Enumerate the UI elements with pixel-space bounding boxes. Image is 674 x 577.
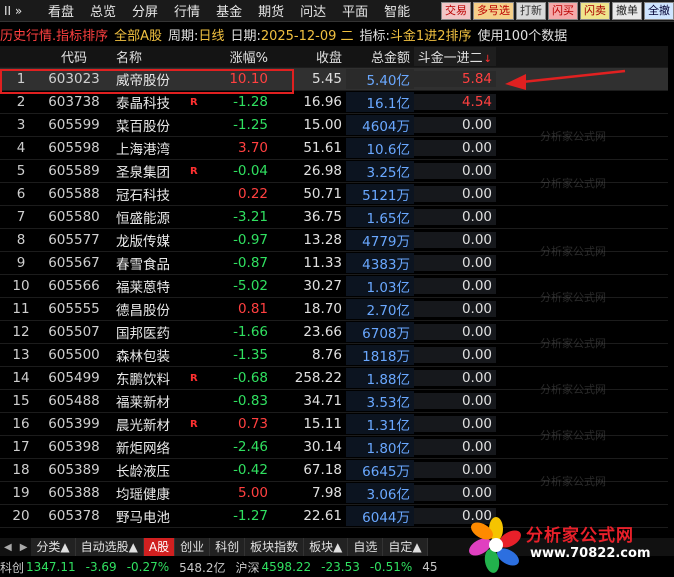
index1-pct: -0.27%: [126, 560, 170, 574]
tab-scroll-right-icon[interactable]: ▶: [16, 542, 32, 553]
tab-8[interactable]: 自定▲: [383, 538, 428, 556]
logo-text: 分析家公式网: [526, 526, 634, 546]
index2-change: -23.53: [321, 560, 360, 574]
annotation-arrow-line: [521, 69, 626, 84]
tab-2[interactable]: A股: [143, 538, 176, 556]
site-logo: 分析家公式网 www.70822.com: [468, 515, 674, 577]
index1-value: 1347.11: [26, 560, 76, 574]
index1-amount: 548.2亿: [179, 560, 226, 575]
tab-0[interactable]: 分类▲: [31, 538, 76, 556]
index2-amount: 45: [422, 560, 438, 574]
index2-pct: -0.51%: [369, 560, 413, 574]
tab-4[interactable]: 科创: [210, 538, 246, 556]
index2-value: 4598.22: [261, 560, 312, 574]
tab-1[interactable]: 自动选股▲: [75, 538, 144, 556]
tab-list: 分类▲ 自动选股▲ A股 创业 科创 板块指数 板块▲ 自选 自定▲: [31, 538, 428, 556]
logo-flower-icon: [469, 517, 521, 573]
tab-3[interactable]: 创业: [175, 538, 211, 556]
index2-name: 沪深: [235, 560, 260, 575]
tab-7[interactable]: 自选: [348, 538, 384, 556]
index1-change: -3.69: [85, 560, 117, 574]
tab-6[interactable]: 板块▲: [304, 538, 349, 556]
annotation-arrow-head: [505, 74, 526, 90]
logo-url[interactable]: www.70822.com: [530, 546, 651, 561]
tab-5[interactable]: 板块指数: [245, 538, 305, 556]
tab-scroll-left-icon[interactable]: ◀: [0, 542, 16, 553]
index1-name: 科创: [0, 560, 25, 575]
annotation-arrow: [505, 69, 626, 90]
